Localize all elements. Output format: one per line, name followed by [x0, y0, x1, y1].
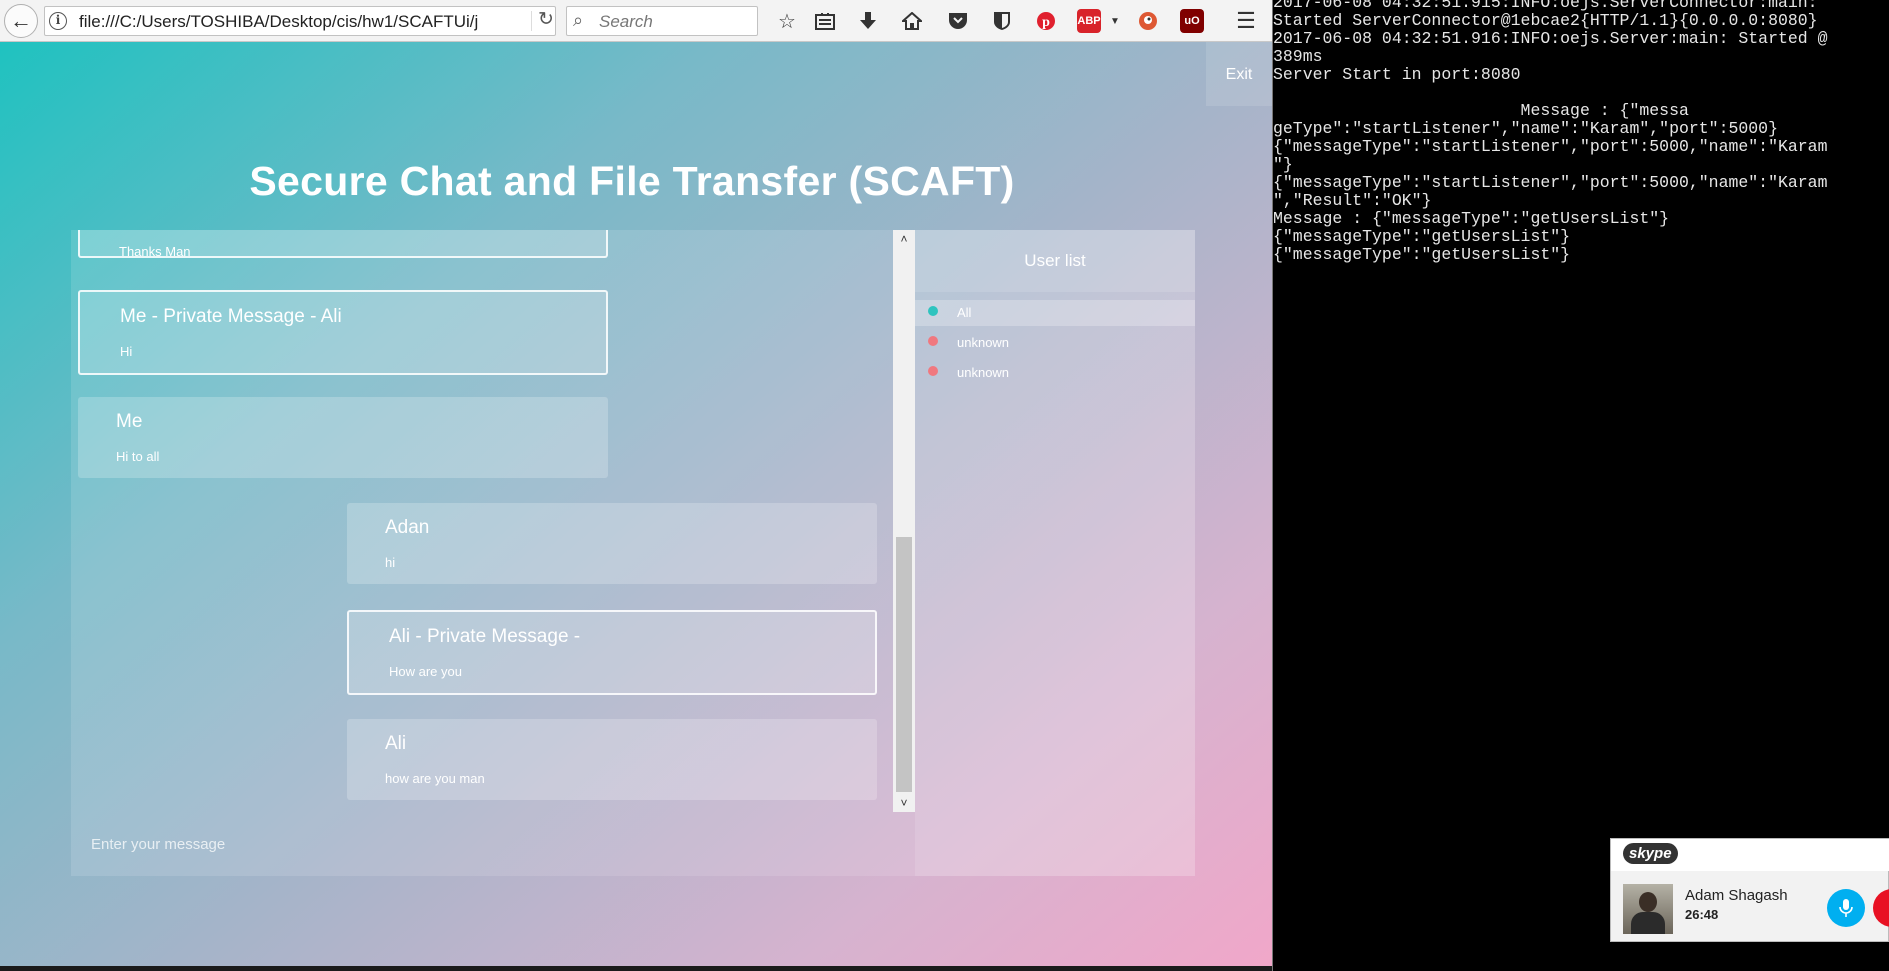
home-icon[interactable] — [898, 7, 926, 35]
console-line: {"messageType":"getUsersList"} — [1273, 245, 1571, 264]
avatar-head — [1639, 892, 1657, 912]
pocket-icon[interactable] — [944, 7, 972, 35]
address-bar[interactable]: i file:///C:/Users/TOSHIBA/Desktop/cis/h… — [44, 6, 556, 36]
back-arrow-icon[interactable]: ← — [4, 4, 38, 38]
user-list-title: User list — [915, 230, 1195, 292]
console-line: {"messageType":"startListener","port":50… — [1273, 137, 1828, 156]
message-bubble: Adan hi — [347, 503, 877, 584]
reading-list-icon[interactable] — [811, 7, 839, 35]
reload-icon[interactable]: ↻ — [535, 8, 557, 31]
message-sender: Me — [116, 411, 143, 432]
search-box[interactable]: ⌕ — [566, 6, 758, 36]
message-body: Hi — [120, 344, 133, 359]
message-body: Thanks Man — [119, 244, 191, 259]
console-line: {"messageType":"getUsersList"} — [1273, 227, 1571, 246]
user-item-all[interactable]: All — [915, 300, 1195, 326]
user-item[interactable]: unknown — [915, 360, 1195, 386]
console-line: 2017-06-08 04:32:51.916:INFO:oejs.Server… — [1273, 29, 1828, 48]
message-bubble: Me Hi to all — [78, 397, 608, 478]
adblock-plus-icon[interactable]: ABP — [1077, 9, 1101, 33]
console-line: Started ServerConnector@1ebcae2{HTTP/1.1… — [1273, 11, 1818, 30]
url-text[interactable]: file:///C:/Users/TOSHIBA/Desktop/cis/hw1… — [79, 12, 525, 32]
message-sender: Adan — [385, 517, 430, 538]
caller-name: Adam Shagash — [1685, 887, 1788, 904]
console-line: ","Result":"OK"} — [1273, 191, 1432, 210]
scroll-down-icon[interactable]: ˅ — [893, 794, 915, 812]
chevron-down-icon[interactable]: ▼ — [1101, 7, 1129, 35]
console-line: {"messageType":"startListener","port":50… — [1273, 173, 1828, 192]
exit-button[interactable]: Exit — [1206, 42, 1272, 106]
end-call-button[interactable] — [1873, 889, 1889, 927]
user-name: All — [957, 305, 972, 320]
message-sender: Ali — [385, 733, 407, 754]
user-name: unknown — [957, 365, 1010, 380]
search-input[interactable] — [597, 10, 751, 34]
page-title: Secure Chat and File Transfer (SCAFT) — [249, 158, 1015, 204]
console-line: Message : {"messa — [1273, 101, 1689, 120]
browser-window: ← i file:///C:/Users/TOSHIBA/Desktop/cis… — [0, 0, 1272, 971]
user-list-panel: User list All unknown unknown — [915, 230, 1195, 876]
window-bottom-edge — [0, 966, 1272, 971]
chat-panel: Thanks Man Me - Private Message - Ali Hi… — [71, 230, 1195, 876]
skype-logo: skype — [1623, 843, 1678, 864]
avatar — [1623, 884, 1673, 934]
message-body: how are you man — [385, 771, 485, 786]
message-list[interactable]: Thanks Man Me - Private Message - Ali Hi… — [71, 230, 893, 812]
message-body: How are you — [389, 664, 462, 679]
skype-call-widget[interactable]: skype Adam Shagash 26:48 — [1610, 838, 1889, 942]
user-item[interactable]: unknown — [915, 330, 1195, 356]
message-body: Hi to all — [116, 449, 160, 464]
info-icon[interactable]: i — [49, 12, 67, 30]
message-body: hi — [385, 555, 396, 570]
scroll-up-icon[interactable]: ˄ — [893, 230, 915, 248]
browser-toolbar: ← i file:///C:/Users/TOSHIBA/Desktop/cis… — [0, 0, 1272, 42]
status-dot — [928, 336, 938, 346]
message-bubble: Ali how are you man — [347, 719, 877, 800]
console-line: Server Start in port:8080 — [1273, 65, 1521, 84]
message-bubble: Me - Private Message - Ali Hi — [78, 290, 608, 375]
duckduckgo-icon[interactable] — [1134, 7, 1162, 35]
status-dot — [928, 306, 938, 316]
bitwarden-icon[interactable] — [988, 7, 1016, 35]
status-dot — [928, 366, 938, 376]
download-icon[interactable] — [854, 7, 882, 35]
message-bubble: Ali - Private Message - How are you — [347, 610, 877, 695]
user-name: unknown — [957, 335, 1010, 350]
urlbar-divider — [531, 11, 532, 31]
ublock-origin-icon[interactable]: uO — [1180, 9, 1204, 33]
message-scrollbar[interactable]: ˄ ˅ — [893, 230, 915, 812]
message-input[interactable] — [71, 812, 915, 876]
search-icon: ⌕ — [573, 10, 584, 30]
skype-header: skype — [1611, 839, 1889, 871]
svg-text:p: p — [1042, 15, 1050, 30]
console-line: geType":"startListener","name":"Karam","… — [1273, 119, 1778, 138]
scaft-app: Exit Secure Chat and File Transfer (SCAF… — [0, 42, 1272, 971]
server-console[interactable]: 2017-06-08 04:32:51.915:INFO:oejs.Server… — [1273, 0, 1889, 971]
scrollbar-thumb[interactable] — [896, 537, 912, 792]
message-sender: Me - Private Message - Ali — [120, 306, 342, 327]
pinterest-icon[interactable]: p — [1032, 7, 1060, 35]
message-sender: Ali - Private Message - — [389, 626, 581, 647]
call-duration: 26:48 — [1685, 907, 1719, 922]
message-bubble: Thanks Man — [78, 230, 608, 259]
hamburger-menu-icon[interactable]: ☰ — [1232, 7, 1260, 35]
console-line: 389ms — [1273, 47, 1323, 66]
console-line: "} — [1273, 155, 1293, 174]
console-line: Message : {"messageType":"getUsersList"} — [1273, 209, 1670, 228]
bookmark-star-icon[interactable]: ☆ — [773, 7, 801, 35]
microphone-icon[interactable] — [1827, 889, 1865, 927]
avatar-body — [1631, 912, 1665, 934]
